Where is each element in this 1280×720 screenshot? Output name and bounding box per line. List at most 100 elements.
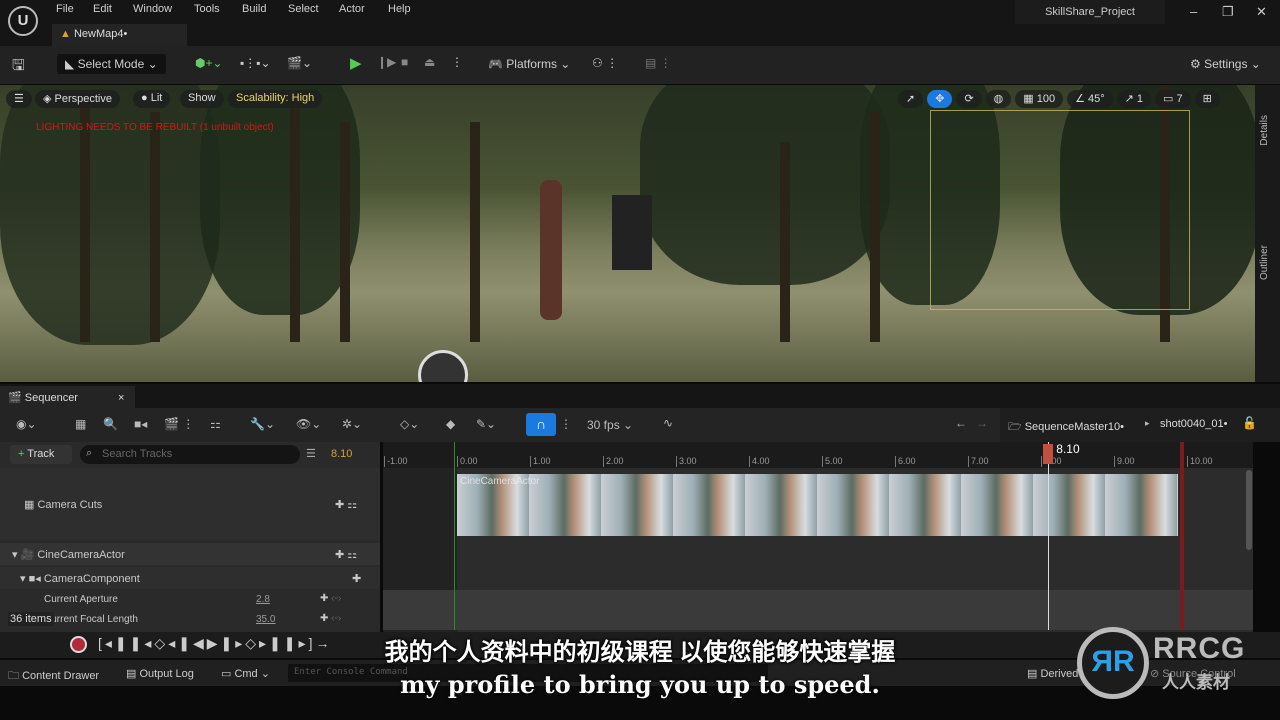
close-icon[interactable]: ✕ bbox=[1256, 4, 1267, 20]
save-sequence-icon[interactable]: ▦ bbox=[75, 417, 86, 431]
unlock-icon[interactable]: 🔓 bbox=[1242, 416, 1257, 430]
breadcrumb-shot[interactable]: shot0040_01• bbox=[1160, 418, 1227, 430]
rotate-tool-icon[interactable]: ⟳ bbox=[956, 90, 982, 108]
track-row-focal-length[interactable]: Current Focal Length 35.0 ✚ ‹◦› bbox=[0, 609, 380, 629]
camera-icon[interactable]: ■◂ bbox=[134, 417, 147, 431]
perspective-button[interactable]: ◈ Perspective bbox=[35, 90, 120, 108]
key-nav-icon[interactable]: ✚ ‹◦› bbox=[320, 613, 341, 624]
focal-length-value[interactable]: 35.0 bbox=[256, 614, 275, 625]
minimize-icon[interactable]: – bbox=[1190, 4, 1197, 19]
add-key-icon[interactable]: ✚ bbox=[352, 572, 361, 585]
more-icon[interactable]: ⋮ bbox=[451, 55, 463, 69]
add-actor-icon[interactable]: ⬢+⌄ bbox=[195, 56, 223, 70]
sequencer-tab[interactable]: 🎬 Sequencer × bbox=[0, 386, 135, 408]
clapper-icon: 🎬 bbox=[8, 392, 25, 404]
lit-button[interactable]: ● Lit bbox=[133, 90, 171, 108]
save-icon[interactable]: 🖫 bbox=[12, 55, 25, 80]
wrench-icon[interactable]: 🔧⌄ bbox=[250, 417, 275, 431]
camera-speed-button[interactable]: ▭ 7 bbox=[1155, 90, 1191, 108]
world-icon[interactable]: ◉⌄ bbox=[16, 417, 37, 431]
play-icon[interactable]: ▶ bbox=[350, 54, 362, 72]
back-arrow-icon[interactable]: ← bbox=[955, 416, 967, 430]
select-mode-dropdown[interactable]: ◣ Select Mode ⌄ bbox=[57, 54, 166, 74]
key-nav-icon[interactable]: ✚ ‹◦› bbox=[320, 593, 341, 604]
scalability-button[interactable]: Scalability: High bbox=[228, 90, 323, 108]
playhead-handle[interactable] bbox=[1043, 444, 1054, 464]
close-tab-icon[interactable]: × bbox=[118, 392, 124, 404]
tree-trunk bbox=[470, 122, 480, 342]
add-track-label: Track bbox=[27, 448, 55, 460]
track-row-aperture[interactable]: Current Aperture 2.8 ✚ ‹◦› bbox=[0, 589, 380, 609]
ruler-tick: 4.00 bbox=[749, 456, 770, 467]
character-mannequin[interactable] bbox=[540, 180, 562, 320]
playback-options-icon[interactable]: ✲⌄ bbox=[342, 417, 362, 431]
timeline-scrollbar[interactable] bbox=[1246, 470, 1252, 550]
track-row-cine-camera-actor[interactable]: ▾ 🎥 CineCameraActor ✚ ⚏ bbox=[0, 543, 380, 565]
edit-icon[interactable]: ✎⌄ bbox=[476, 417, 496, 431]
snap-options-icon[interactable]: ⋮ bbox=[560, 417, 572, 431]
camera-gizmo[interactable] bbox=[418, 350, 468, 382]
current-time-field[interactable]: 8.10 bbox=[331, 448, 352, 460]
camera-cut-clip[interactable] bbox=[457, 474, 1178, 536]
source-control-icon[interactable]: ⚇ ⋮ bbox=[592, 56, 618, 70]
show-button[interactable]: Show bbox=[180, 90, 224, 108]
level-tab[interactable]: ▲ NewMap4• bbox=[52, 24, 187, 46]
eject-icon[interactable]: ⏏ bbox=[424, 55, 435, 69]
cinematics-icon[interactable]: 🎬⌄ bbox=[287, 56, 312, 70]
playhead-line[interactable] bbox=[1048, 442, 1050, 630]
settings-dropdown[interactable]: ⚙ Settings ⌄ bbox=[1190, 57, 1261, 71]
layout-icon[interactable]: ⊞ bbox=[1194, 90, 1220, 108]
add-key-icon[interactable]: ✚ ⚏ bbox=[335, 548, 357, 561]
blueprint-icon[interactable]: ▪⋮▪⌄ bbox=[240, 56, 271, 70]
menu-file[interactable]: File bbox=[56, 3, 74, 15]
lock-icon[interactable]: ▤ ⋮ bbox=[645, 56, 672, 70]
track-row-camera-component[interactable]: ▾ ■◂ CameraComponent ✚ bbox=[0, 567, 380, 589]
playback-start-marker[interactable] bbox=[454, 442, 455, 630]
platforms-dropdown[interactable]: 🎮 Platforms ⌄ bbox=[488, 57, 570, 71]
eye-icon[interactable]: 👁⌄ bbox=[296, 417, 321, 431]
unreal-logo[interactable]: U bbox=[8, 6, 38, 36]
filter-icon[interactable]: ☰ bbox=[306, 447, 316, 460]
find-asset-icon[interactable]: 🔍 bbox=[103, 417, 118, 431]
menu-window[interactable]: Window bbox=[133, 3, 172, 15]
playback-end-marker[interactable] bbox=[1180, 442, 1184, 630]
menu-actor[interactable]: Actor bbox=[339, 3, 365, 15]
track-row-camera-cuts[interactable]: ▦ Camera Cuts ✚ ⚏ bbox=[0, 468, 380, 540]
add-key-icon[interactable]: ✚ ⚏ bbox=[335, 498, 357, 511]
forward-arrow-icon[interactable]: → bbox=[976, 416, 988, 430]
scale-snap-button[interactable]: ↗ 1 bbox=[1116, 90, 1152, 108]
cine-camera-actor[interactable] bbox=[612, 195, 652, 270]
breadcrumb-master[interactable]: 🗁 SequenceMaster10• bbox=[1008, 418, 1124, 437]
grid-snap-button[interactable]: ▦ 100 bbox=[1015, 90, 1064, 108]
menu-help[interactable]: Help bbox=[388, 3, 411, 15]
outliner-tab[interactable]: Outliner bbox=[1259, 245, 1270, 280]
menu-tools[interactable]: Tools bbox=[194, 3, 220, 15]
auto-key-icon[interactable]: ◆ bbox=[446, 417, 455, 431]
move-tool-icon[interactable]: ✥ bbox=[927, 90, 953, 108]
details-tab[interactable]: Details bbox=[1259, 115, 1270, 146]
add-track-button[interactable]: + Track bbox=[10, 445, 72, 464]
snap-magnet-icon[interactable]: ∩ bbox=[526, 413, 556, 436]
track-label: CameraComponent bbox=[43, 573, 140, 585]
stop-icon[interactable]: ■ bbox=[401, 55, 408, 69]
platforms-icon: 🎮 bbox=[488, 57, 507, 71]
advance-frame-icon[interactable]: ❙▶ bbox=[377, 55, 396, 69]
hierarchy-icon[interactable]: ⚏ bbox=[210, 417, 221, 431]
select-tool-icon[interactable]: ➚ bbox=[898, 90, 924, 108]
cine-camera-icon: 🎥 bbox=[20, 549, 38, 561]
menu-select[interactable]: Select bbox=[288, 3, 319, 15]
search-tracks-input[interactable]: ⌕ Search Tracks bbox=[80, 445, 300, 464]
sphere-icon: ● bbox=[141, 92, 151, 104]
fps-dropdown[interactable]: 30 fps ⌄ bbox=[587, 418, 633, 432]
curve-editor-icon[interactable]: ∿ bbox=[663, 416, 673, 430]
menu-edit[interactable]: Edit bbox=[93, 3, 112, 15]
world-space-icon[interactable]: ◍ bbox=[985, 90, 1012, 108]
viewport-menu-icon[interactable]: ☰ bbox=[6, 90, 32, 108]
aperture-value[interactable]: 2.8 bbox=[256, 594, 270, 605]
rotation-snap-button[interactable]: ∠ 45° bbox=[1067, 90, 1113, 108]
render-movie-icon[interactable]: 🎬 ⋮ bbox=[164, 417, 194, 431]
key-icon[interactable]: ◇⌄ bbox=[400, 417, 419, 431]
maximize-icon[interactable]: ❐ bbox=[1222, 4, 1234, 20]
ruler-tick: 2.00 bbox=[603, 456, 624, 467]
menu-build[interactable]: Build bbox=[242, 3, 266, 15]
